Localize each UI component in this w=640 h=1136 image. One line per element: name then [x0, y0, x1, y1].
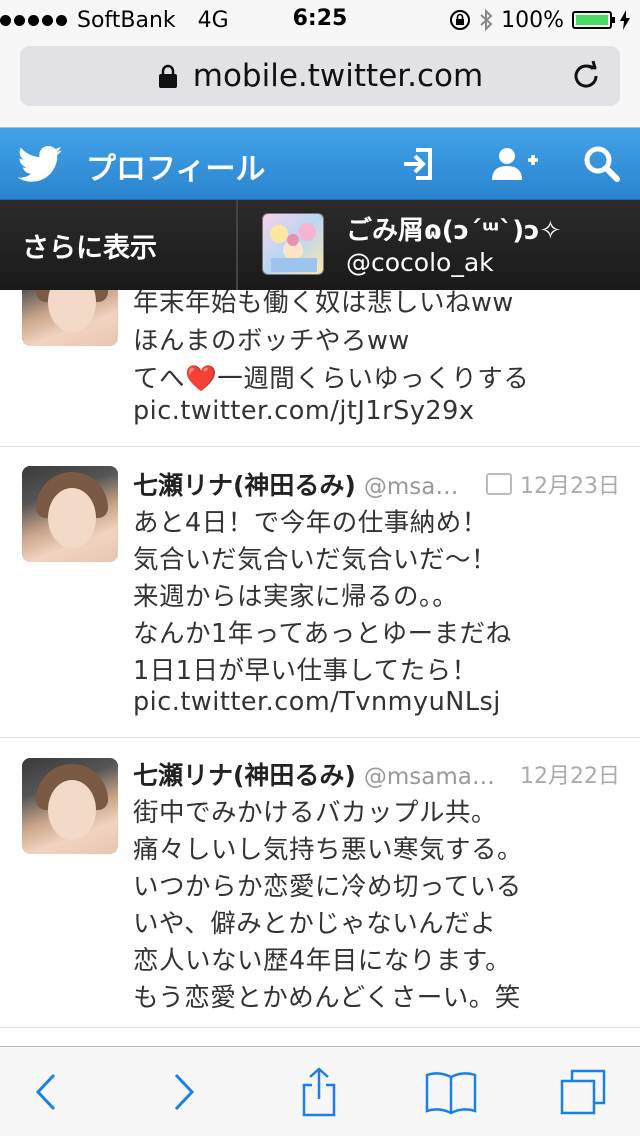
tweet-text-line: 気合いだ気合いだ気合いだ〜！ — [133, 545, 498, 575]
tweet-text-line: 恋人いない歴4年目になります。 — [133, 946, 512, 976]
show-more-label: さらに表示 — [22, 232, 157, 264]
tweet-author-handle[interactable]: @msa… — [364, 474, 458, 500]
sign-in-icon[interactable] — [398, 144, 438, 184]
forward-icon[interactable] — [158, 1067, 208, 1117]
tweet-text-line: 街中でみかけるバカップル共。 — [133, 798, 498, 828]
bluetooth-icon — [480, 8, 493, 32]
tweet-date[interactable]: 12月23日 — [520, 468, 620, 500]
avatar-illustration — [270, 223, 317, 272]
tweet-text-line: いつからか恋愛に冷め切っている — [133, 872, 522, 902]
tweet-text-line: あと4日！で今年の仕事納め！ — [133, 508, 488, 538]
account-bar: さらに表示 ごみ屑ɷ(ↄ´ᵚ`)ↄ✧ @cocolo_ak — [0, 200, 640, 290]
tabs-icon[interactable] — [558, 1067, 608, 1117]
browser-toolbar — [0, 1046, 640, 1136]
tweet-date-area: 12月22日 — [520, 758, 620, 790]
tweet-text-line: 痛々しいし気持ち悪い寒気する。 — [133, 835, 524, 865]
tweet-author-handle[interactable]: @msama… — [364, 764, 495, 790]
lock-icon — [158, 64, 177, 88]
tweet-header: 七瀬リナ(神田るみ) @msa… — [133, 466, 458, 502]
tweet-text-line: 1日1日が早い仕事してたら！ — [133, 656, 478, 686]
address-bar[interactable]: mobile.twitter.com — [20, 46, 620, 106]
tweet-date[interactable]: 12月22日 — [520, 758, 620, 790]
back-icon[interactable] — [22, 1067, 72, 1117]
tweet-item[interactable]: 七瀬リナ(神田るみ) @msa… 12月23日 あと4日！で今年の仕事納め！ 気… — [0, 448, 640, 738]
tweet-header: 七瀬リナ(神田るみ) @msama… — [133, 756, 495, 792]
tweet-text-line: てへ❤️一週間くらいゆっくりする — [133, 364, 530, 394]
tweet-author-name[interactable]: 七瀬リナ(神田るみ) — [133, 466, 356, 502]
charging-icon — [620, 10, 630, 30]
tweet-author-name[interactable]: 七瀬リナ(神田るみ) — [133, 756, 356, 792]
battery-icon — [572, 11, 615, 29]
tweet-link[interactable]: pic.twitter.com/jtJ1rSy29x — [133, 396, 474, 426]
tweet-link[interactable]: pic.twitter.com/TvnmyuNLsj — [133, 687, 501, 717]
tweet-text-line: ほんまのボッチやろww — [133, 326, 410, 356]
url-display[interactable]: mobile.twitter.com — [157, 58, 483, 94]
tweet-text-line: 来週からは実家に帰るの。。 — [133, 582, 459, 612]
battery-percent: 100% — [501, 7, 564, 33]
tweet-item[interactable]: 年末年始も働く奴は悲しいねww ほんまのボッチやろww てへ❤️一週間くらいゆっ… — [0, 290, 640, 447]
media-icon — [486, 473, 512, 495]
reload-icon[interactable] — [570, 60, 602, 92]
browser-address-area: mobile.twitter.com — [0, 40, 640, 128]
tweet-item[interactable]: 七瀬リナ(神田るみ) @msama… 12月22日 街中でみかけるバカップル共。… — [0, 738, 640, 1028]
status-bar: SoftBank 4G 6:25 100% — [0, 0, 640, 40]
account-handle: @cocolo_ak — [346, 248, 494, 277]
tweet-text-line: いや、僻みとかじゃないんだよ — [133, 909, 497, 939]
tweet-avatar[interactable] — [22, 758, 118, 854]
twitter-header: プロフィール — [0, 128, 640, 200]
search-icon[interactable] — [582, 144, 622, 184]
tweet-text-line: もう恋愛とかめんどくさーい。笑 — [133, 983, 521, 1013]
url-text: mobile.twitter.com — [192, 58, 484, 94]
account-avatar[interactable] — [262, 213, 324, 275]
page-title: プロフィール — [86, 152, 266, 187]
tweet-date-area: 12月23日 — [486, 468, 620, 500]
rotation-lock-icon — [450, 10, 471, 30]
follow-user-icon[interactable] — [490, 144, 540, 184]
bookmarks-icon[interactable] — [424, 1067, 478, 1117]
show-more-button[interactable]: さらに表示 — [0, 200, 238, 290]
status-right: 100% — [449, 6, 630, 34]
twitter-bird-icon[interactable] — [18, 146, 62, 182]
tweet-avatar[interactable] — [22, 290, 118, 346]
account-name: ごみ屑ɷ(ↄ´ᵚ`)ↄ✧ — [346, 216, 562, 246]
tweet-avatar[interactable] — [22, 466, 118, 562]
tweet-timeline: 年末年始も働く奴は悲しいねww ほんまのボッチやろww てへ❤️一週間くらいゆっ… — [0, 290, 640, 1046]
tweet-text-line: なんか1年ってあっとゆーまだね — [133, 619, 512, 649]
tweet-text-line: 年末年始も働く奴は悲しいねww — [133, 290, 514, 318]
share-icon[interactable] — [294, 1067, 344, 1117]
